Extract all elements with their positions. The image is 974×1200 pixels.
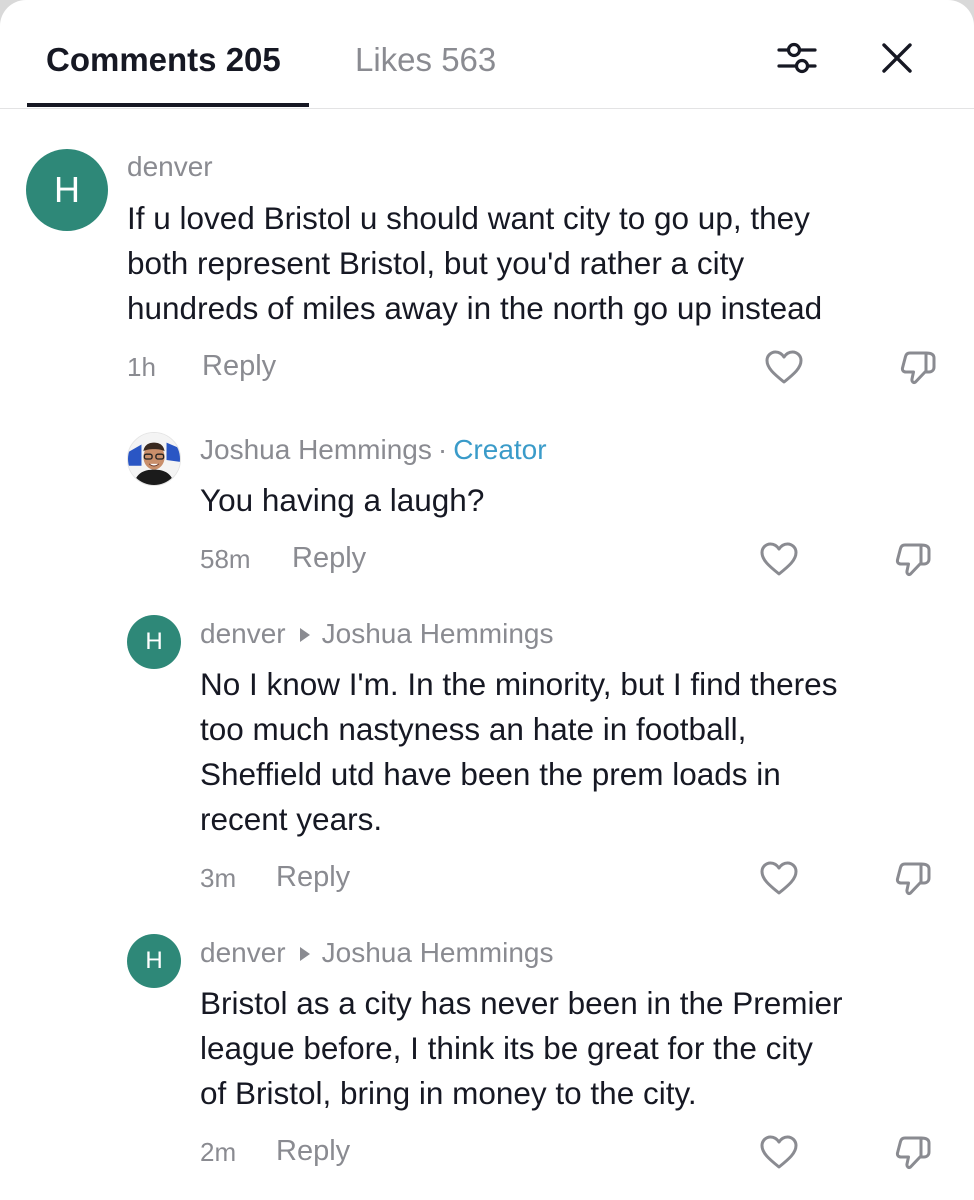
- thumbs-down-outline-icon[interactable]: [891, 1130, 935, 1174]
- reply-arrow-icon: [299, 627, 310, 642]
- creator-avatar[interactable]: [127, 432, 181, 486]
- comment-username[interactable]: Joshua Hemmings: [200, 434, 432, 465]
- comment-text-line: You having a laugh?: [200, 482, 485, 518]
- avatar-initial: H: [145, 628, 163, 655]
- avatar[interactable]: H: [26, 149, 108, 231]
- comment-text-line: No I know I'm. In the minority, but I fi…: [200, 666, 838, 702]
- tab-comments[interactable]: Comments 205: [46, 40, 281, 80]
- comment-username[interactable]: denver: [127, 151, 213, 182]
- comment-text-line: If u loved Bristol u should want city to…: [127, 200, 810, 236]
- comment-meta: Joshua Hemmings · Creator: [200, 433, 547, 467]
- reply-to-username[interactable]: Joshua Hemmings: [322, 937, 554, 968]
- filter-sliders-icon[interactable]: [773, 34, 821, 82]
- comments-sheet: Comments 205 Likes 563 H denver If u lov…: [0, 0, 974, 1200]
- comment-timestamp: 2m: [200, 1137, 237, 1167]
- comment-text-line: too much nastyness an hate in football,: [200, 711, 747, 747]
- active-tab-indicator: [27, 103, 309, 107]
- tab-likes[interactable]: Likes 563: [355, 40, 496, 80]
- comment-text-line: hundreds of miles away in the north go u…: [127, 290, 823, 326]
- creator-photo-icon: [128, 433, 180, 485]
- heart-outline-icon[interactable]: [757, 537, 801, 581]
- heart-outline-icon[interactable]: [757, 1130, 801, 1174]
- thumbs-down-outline-icon[interactable]: [891, 856, 935, 900]
- heart-outline-icon[interactable]: [762, 345, 806, 389]
- thumbs-down-outline-icon[interactable]: [891, 537, 935, 581]
- reply-button[interactable]: Reply: [276, 860, 350, 894]
- reply-button[interactable]: Reply: [202, 349, 276, 383]
- avatar-initial: H: [54, 169, 80, 210]
- comment-username[interactable]: denver: [200, 937, 286, 968]
- reply-button[interactable]: Reply: [276, 1134, 350, 1168]
- reply-arrow-icon: [299, 946, 310, 961]
- reply-to-username[interactable]: Joshua Hemmings: [322, 618, 554, 649]
- comment-text-line: Bristol as a city has never been in the …: [200, 985, 843, 1021]
- thumbs-down-outline-icon[interactable]: [896, 345, 940, 389]
- comment-text-line: of Bristol, bring in money to the city.: [200, 1075, 697, 1111]
- comment-meta: denver: [127, 150, 213, 184]
- comment-meta: denver Joshua Hemmings: [200, 617, 554, 651]
- meta-separator: ·: [437, 434, 448, 465]
- avatar[interactable]: H: [127, 934, 181, 988]
- comment-meta: denver Joshua Hemmings: [200, 936, 554, 970]
- comments-header: Comments 205 Likes 563: [0, 0, 974, 109]
- close-icon[interactable]: [873, 34, 921, 82]
- heart-outline-icon[interactable]: [757, 856, 801, 900]
- reply-button[interactable]: Reply: [292, 541, 366, 575]
- comment-timestamp: 1h: [127, 352, 156, 382]
- comment-timestamp: 58m: [200, 544, 251, 574]
- avatar-initial: H: [145, 947, 163, 974]
- comment-text-line: recent years.: [200, 801, 383, 837]
- comment-text-line: Sheffield utd have been the prem loads i…: [200, 756, 781, 792]
- avatar[interactable]: H: [127, 615, 181, 669]
- comment-text-line: both represent Bristol, but you'd rather…: [127, 245, 745, 281]
- comment-timestamp: 3m: [200, 863, 237, 893]
- creator-badge: Creator: [453, 434, 547, 465]
- comment-username[interactable]: denver: [200, 618, 286, 649]
- comment-text-line: league before, I think its be great for …: [200, 1030, 813, 1066]
